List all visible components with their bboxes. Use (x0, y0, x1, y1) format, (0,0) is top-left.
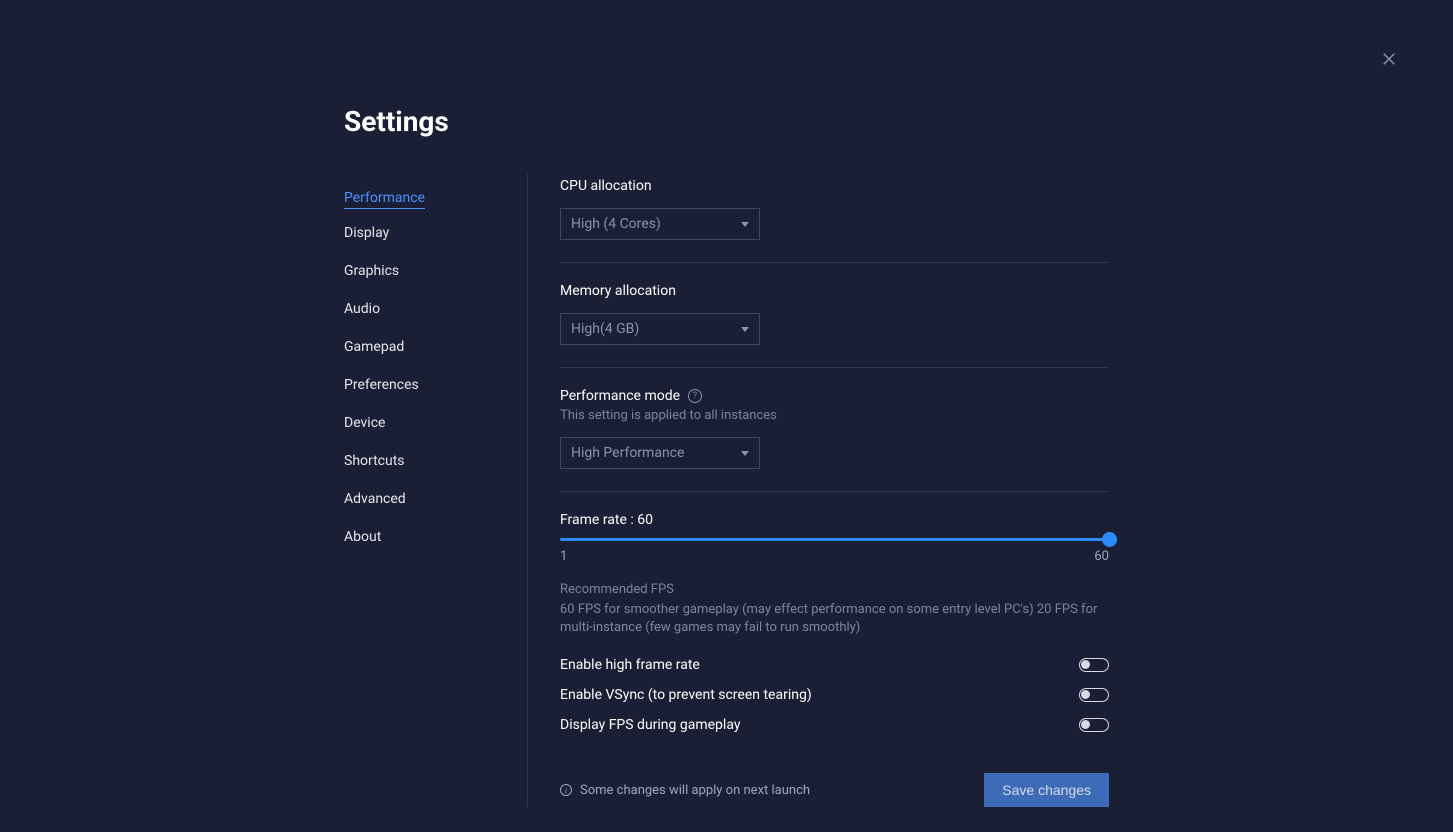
memory-allocation-label: Memory allocation (560, 283, 1109, 299)
toggle-high-frame-label: Enable high frame rate (560, 657, 700, 673)
chevron-down-icon (741, 327, 749, 332)
footer-note: i Some changes will apply on next launch (560, 783, 810, 798)
frame-rate-max: 60 (1094, 549, 1109, 564)
close-button[interactable] (1380, 50, 1398, 68)
performance-mode-label: Performance mode ? (560, 388, 1109, 404)
memory-allocation-select[interactable]: High(4 GB) (560, 313, 760, 345)
settings-main: CPU allocation High (4 Cores) Memory all… (528, 174, 1109, 807)
fps-recommend-head: Recommended FPS (560, 582, 1109, 597)
cpu-allocation-value: High (4 Cores) (571, 216, 661, 232)
chevron-down-icon (741, 451, 749, 456)
sidebar-item-device[interactable]: Device (344, 409, 385, 437)
cpu-allocation-select[interactable]: High (4 Cores) (560, 208, 760, 240)
toggle-display-fps[interactable] (1079, 718, 1109, 732)
frame-rate-label: Frame rate : 60 (560, 512, 1109, 528)
sidebar-item-display[interactable]: Display (344, 219, 389, 247)
sidebar-item-advanced[interactable]: Advanced (344, 485, 406, 513)
performance-mode-sublabel: This setting is applied to all instances (560, 408, 1109, 423)
sidebar-item-performance[interactable]: Performance (344, 184, 425, 209)
info-icon: i (560, 784, 572, 796)
toggle-high-frame[interactable] (1079, 658, 1109, 672)
toggle-display-fps-label: Display FPS during gameplay (560, 717, 740, 733)
performance-mode-value: High Performance (571, 445, 684, 461)
toggle-vsync-label: Enable VSync (to prevent screen tearing) (560, 687, 812, 703)
frame-rate-slider-track[interactable] (560, 538, 1109, 541)
frame-rate-slider-thumb[interactable] (1102, 532, 1117, 547)
cpu-allocation-label: CPU allocation (560, 178, 1109, 194)
frame-rate-min: 1 (560, 549, 567, 564)
performance-mode-select[interactable]: High Performance (560, 437, 760, 469)
page-title: Settings (344, 105, 1109, 138)
fps-recommend-body: 60 FPS for smoother gameplay (may effect… (560, 601, 1109, 637)
sidebar-item-audio[interactable]: Audio (344, 295, 380, 323)
settings-sidebar: Performance Display Graphics Audio Gamep… (344, 174, 528, 807)
toggle-vsync[interactable] (1079, 688, 1109, 702)
sidebar-item-shortcuts[interactable]: Shortcuts (344, 447, 405, 475)
chevron-down-icon (741, 222, 749, 227)
sidebar-item-preferences[interactable]: Preferences (344, 371, 419, 399)
sidebar-item-graphics[interactable]: Graphics (344, 257, 399, 285)
sidebar-item-about[interactable]: About (344, 523, 381, 551)
help-icon[interactable]: ? (688, 389, 702, 403)
memory-allocation-value: High(4 GB) (571, 321, 639, 337)
sidebar-item-gamepad[interactable]: Gamepad (344, 333, 404, 361)
save-changes-button[interactable]: Save changes (984, 773, 1109, 807)
